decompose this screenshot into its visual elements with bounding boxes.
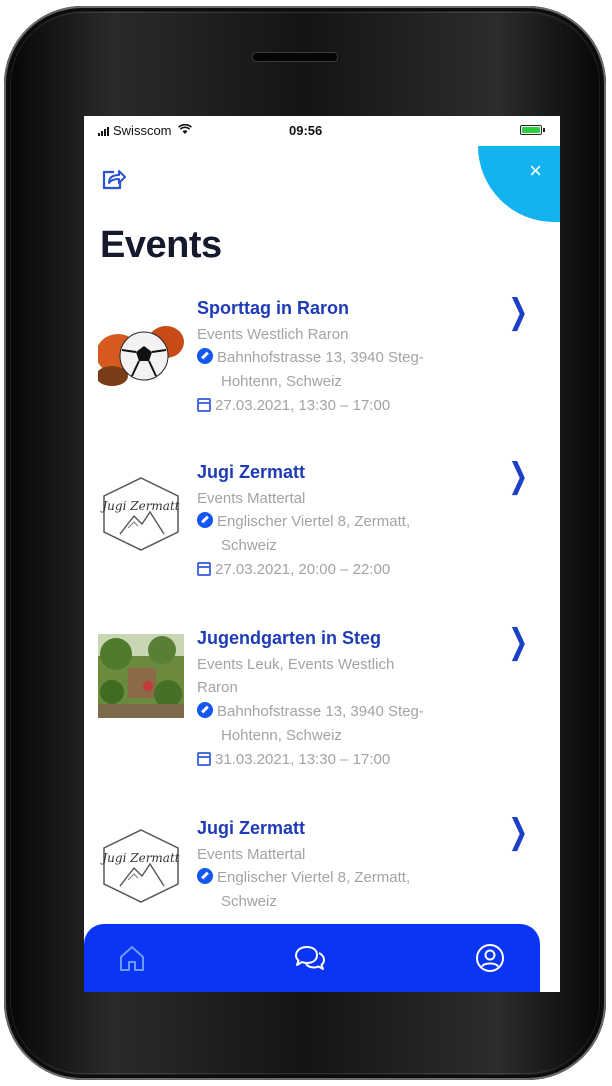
wifi-icon [177, 123, 192, 138]
chevron-right-icon[interactable]: ❯ [508, 622, 528, 662]
event-categories: Events Westlich Raron [197, 326, 349, 343]
datetime-text: 27.03.2021, 20:00 – 22:00 [215, 561, 391, 578]
tab-profile[interactable] [474, 942, 506, 974]
event-title[interactable]: Jugi Zermatt [197, 462, 305, 483]
calendar-icon [197, 752, 211, 766]
app-screen: Swisscom 09:56 × Events Sporttag in Raro… [84, 116, 560, 992]
battery-icon [520, 125, 545, 135]
jugi-zermatt-logo: Jugi Zermatt [98, 472, 184, 556]
garden-photo [98, 634, 184, 718]
event-categories: Events Mattertal [197, 490, 306, 507]
chevron-right-icon[interactable]: ❯ [508, 292, 528, 332]
event-address: Englischer Viertel 8, Zermatt, [197, 866, 497, 890]
carrier-name: Swisscom [113, 123, 172, 138]
calendar-icon [197, 398, 211, 412]
event-address: Bahnhofstrasse 13, 3940 Steg- [197, 346, 497, 370]
address-line-1: Bahnhofstrasse 13, 3940 Steg- [217, 703, 424, 720]
address-line-2: Hohtenn, Schweiz [221, 727, 342, 744]
tab-chat[interactable] [292, 942, 325, 974]
address-line-2: Schweiz [221, 893, 277, 910]
event-address: Bahnhofstrasse 13, 3940 Steg- [197, 700, 497, 724]
page-title: Events [100, 224, 222, 266]
close-icon: × [529, 158, 542, 183]
address-line-1: Bahnhofstrasse 13, 3940 Steg- [217, 349, 424, 366]
datetime-text: 27.03.2021, 13:30 – 17:00 [215, 397, 391, 414]
share-button[interactable] [100, 168, 126, 192]
tab-home[interactable] [116, 942, 148, 974]
chevron-right-icon[interactable]: ❯ [508, 812, 528, 852]
address-line-1: Englischer Viertel 8, Zermatt, [217, 513, 411, 530]
status-left: Swisscom [98, 123, 192, 138]
close-button[interactable]: × [478, 146, 560, 222]
logo-text: Jugi Zermatt [99, 851, 179, 865]
status-bar: Swisscom 09:56 [84, 116, 560, 146]
event-categories-line-2: Raron [197, 679, 238, 696]
event-datetime: 27.03.2021, 13:30 – 17:00 [197, 394, 497, 418]
chevron-right-icon[interactable]: ❯ [508, 456, 528, 496]
sports-balls-image [98, 306, 184, 390]
share-icon [102, 170, 126, 190]
event-title[interactable]: Jugi Zermatt [197, 818, 305, 839]
location-icon [197, 512, 213, 528]
home-icon [120, 946, 144, 971]
calendar-icon [197, 562, 211, 576]
jugi-zermatt-logo: Jugi Zermatt [98, 824, 184, 908]
bottom-tab-bar [84, 924, 540, 992]
address-line-1: Englischer Viertel 8, Zermatt, [217, 869, 411, 886]
event-categories: Events Mattertal [197, 846, 306, 863]
profile-icon [476, 944, 504, 972]
address-line-2: Schweiz [221, 537, 277, 554]
event-title[interactable]: Sporttag in Raron [197, 298, 349, 319]
phone-speaker [252, 52, 338, 62]
datetime-text: 31.03.2021, 13:30 – 17:00 [215, 751, 391, 768]
event-datetime: 31.03.2021, 13:30 – 17:00 [197, 748, 497, 772]
chat-icon [295, 946, 325, 970]
event-categories-line-1: Events Leuk, Events Westlich [197, 656, 395, 673]
signal-icon [98, 126, 109, 136]
address-line-2: Hohtenn, Schweiz [221, 373, 342, 390]
logo-text: Jugi Zermatt [99, 499, 179, 513]
event-title[interactable]: Jugendgarten in Steg [197, 628, 381, 649]
event-datetime: 27.03.2021, 20:00 – 22:00 [197, 558, 497, 582]
phone-frame: Swisscom 09:56 × Events Sporttag in Raro… [4, 6, 606, 1080]
location-icon [197, 702, 213, 718]
event-address: Englischer Viertel 8, Zermatt, [197, 510, 497, 534]
status-time: 09:56 [289, 123, 323, 138]
location-icon [197, 348, 213, 364]
location-icon [197, 868, 213, 884]
